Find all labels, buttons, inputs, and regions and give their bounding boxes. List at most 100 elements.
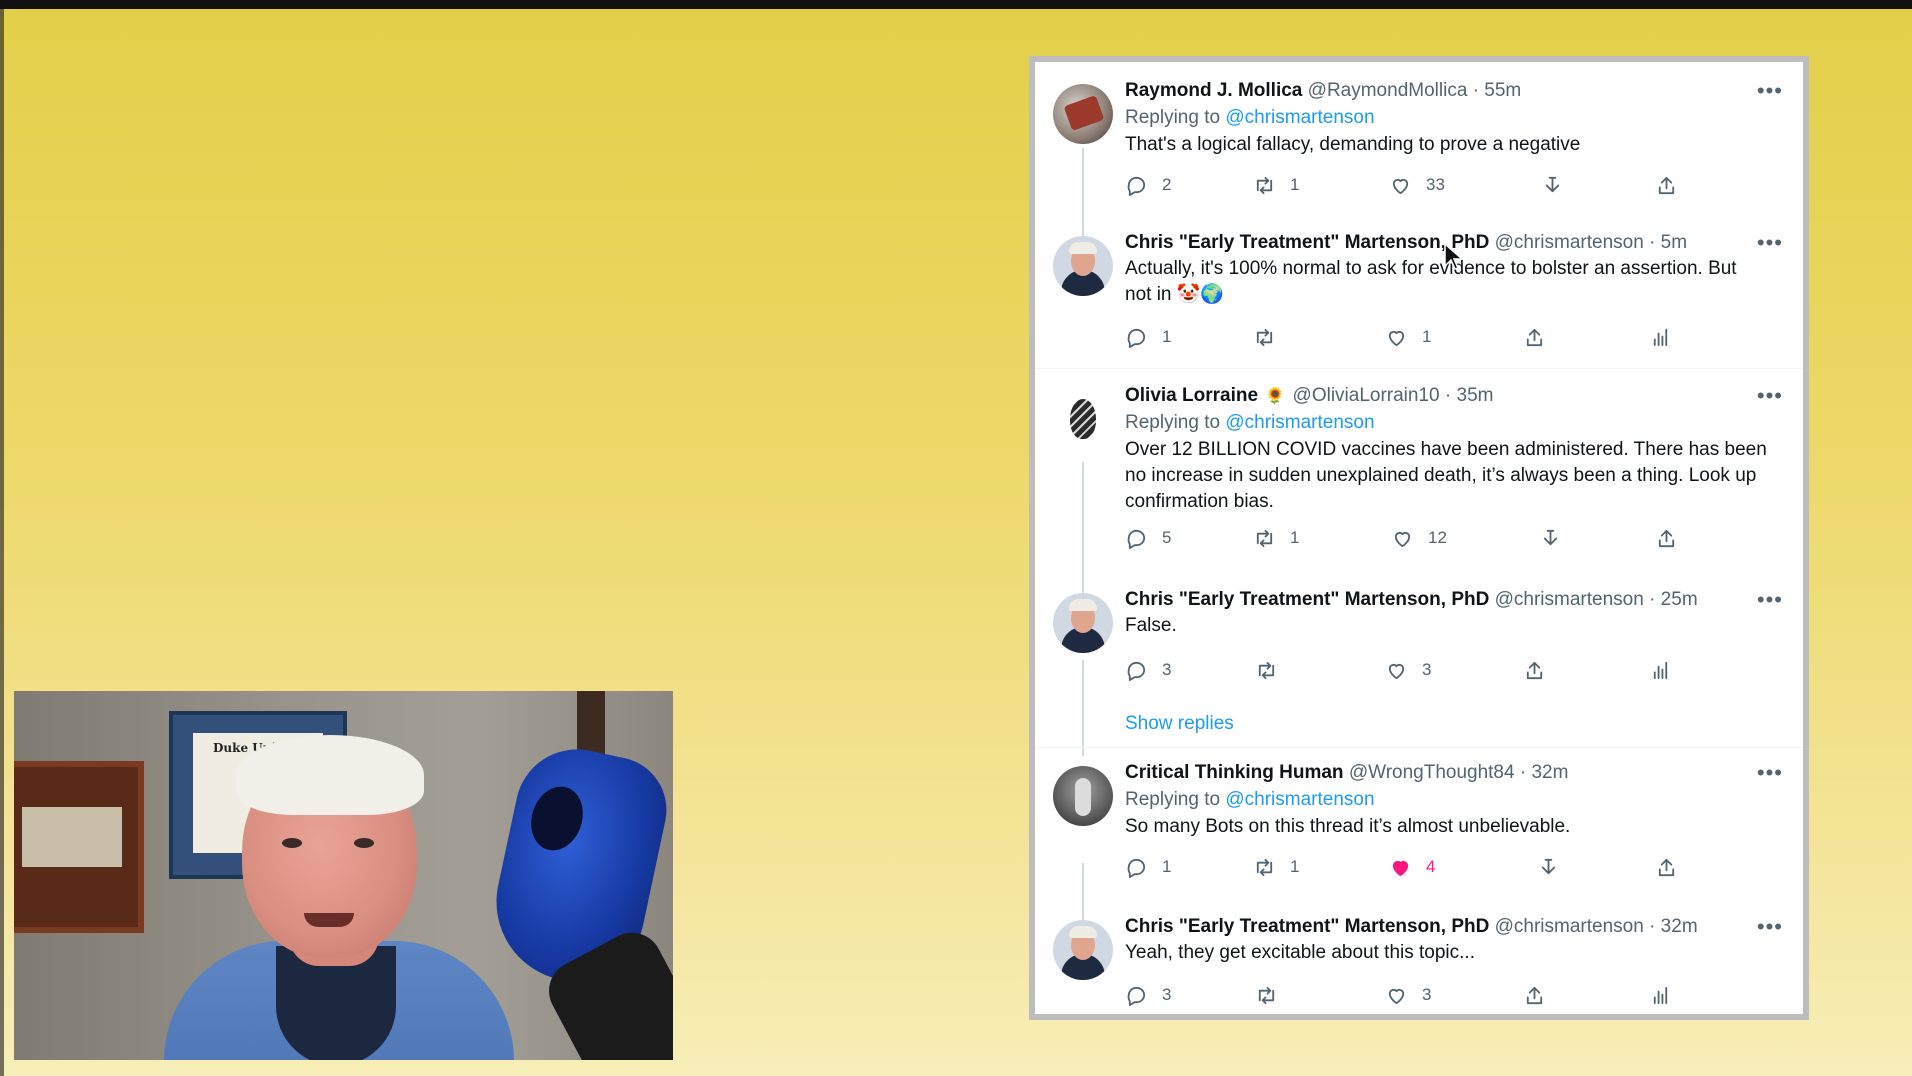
- like-button[interactable]: 3: [1385, 980, 1431, 1010]
- display-name[interactable]: Critical Thinking Human: [1125, 762, 1344, 783]
- avatar[interactable]: [1053, 236, 1113, 296]
- more-options-icon[interactable]: •••: [1757, 232, 1783, 254]
- show-replies-link[interactable]: Show replies: [1125, 713, 1234, 735]
- retweet-button[interactable]: 1: [1253, 170, 1299, 200]
- tweet-header: Chris "Early Treatment" Martenson, PhD @…: [1125, 587, 1783, 613]
- tweet-actions: 1 1 4: [1125, 852, 1725, 882]
- share-button[interactable]: [1655, 170, 1678, 200]
- retweet-count: 1: [1290, 528, 1300, 547]
- reply-button[interactable]: 2: [1125, 170, 1171, 200]
- avatar[interactable]: [1053, 389, 1113, 449]
- retweet-button[interactable]: [1253, 322, 1276, 352]
- tweet[interactable]: Olivia Lorraine 🌻 @OliviaLorrain10 · 35m…: [1035, 383, 1803, 549]
- like-count: 3: [1422, 985, 1432, 1004]
- mouse-cursor-icon: [1444, 242, 1464, 270]
- reply-button[interactable]: 1: [1125, 852, 1171, 882]
- bookmark-button[interactable]: [1537, 852, 1560, 882]
- share-button[interactable]: [1523, 980, 1546, 1010]
- analytics-button[interactable]: [1649, 980, 1672, 1010]
- analytics-button[interactable]: [1649, 655, 1672, 685]
- timestamp[interactable]: · 35m: [1445, 385, 1494, 406]
- share-button[interactable]: [1523, 655, 1546, 685]
- timestamp[interactable]: · 32m: [1520, 762, 1569, 783]
- like-count: 33: [1426, 175, 1445, 194]
- timestamp[interactable]: · 55m: [1473, 80, 1522, 101]
- replying-to-label: Replying to: [1125, 107, 1221, 128]
- tweet-actions: 3 3: [1125, 980, 1725, 1010]
- like-button[interactable]: 12: [1391, 523, 1447, 553]
- reply-button[interactable]: 1: [1125, 322, 1171, 352]
- bookmark-button[interactable]: [1541, 170, 1564, 200]
- handle[interactable]: @chrismartenson: [1495, 232, 1644, 253]
- more-options-icon[interactable]: •••: [1757, 385, 1783, 407]
- person-eye-left: [282, 838, 302, 848]
- like-button[interactable]: 3: [1385, 655, 1431, 685]
- avatar[interactable]: [1053, 920, 1113, 980]
- display-name[interactable]: Raymond J. Mollica: [1125, 80, 1302, 101]
- tweet[interactable]: Raymond J. Mollica @RaymondMollica · 55m…: [1035, 78, 1803, 214]
- handle[interactable]: @OliviaLorrain10: [1293, 385, 1440, 406]
- divider: [1035, 747, 1803, 748]
- person-hair: [236, 735, 424, 815]
- retweet-button[interactable]: [1255, 980, 1278, 1010]
- tweet[interactable]: Chris "Early Treatment" Martenson, PhD @…: [1035, 230, 1803, 350]
- tweet[interactable]: Critical Thinking Human @WrongThought84 …: [1035, 760, 1803, 900]
- handle[interactable]: @chrismartenson: [1495, 916, 1644, 937]
- share-button[interactable]: [1523, 322, 1546, 352]
- tweet-header: Critical Thinking Human @WrongThought84 …: [1125, 760, 1783, 786]
- reply-button[interactable]: 3: [1125, 980, 1171, 1010]
- webcam-video: Duke University: [14, 691, 673, 1060]
- more-options-icon[interactable]: •••: [1757, 589, 1783, 611]
- tweet-header: Chris "Early Treatment" Martenson, PhD @…: [1125, 914, 1783, 940]
- replying-to: Replying to @chrismartenson: [1125, 104, 1783, 132]
- display-name[interactable]: Chris "Early Treatment" Martenson, PhD: [1125, 232, 1489, 253]
- like-icon: [1392, 178, 1409, 194]
- top-letterbox-bar: [0, 0, 1912, 9]
- mention-link[interactable]: @chrismartenson: [1225, 107, 1374, 128]
- like-filled-icon: [1392, 860, 1409, 876]
- handle[interactable]: @RaymondMollica: [1308, 80, 1468, 101]
- bookmark-button[interactable]: [1539, 523, 1562, 553]
- reply-button[interactable]: 5: [1125, 523, 1171, 553]
- mention-link[interactable]: @chrismartenson: [1225, 412, 1374, 433]
- analytics-button[interactable]: [1649, 322, 1672, 352]
- display-name[interactable]: Olivia Lorraine: [1125, 385, 1258, 406]
- tweet[interactable]: Chris "Early Treatment" Martenson, PhD @…: [1035, 914, 1803, 1014]
- timestamp[interactable]: · 32m: [1649, 916, 1698, 937]
- timestamp[interactable]: · 25m: [1649, 589, 1698, 610]
- tweet[interactable]: Chris "Early Treatment" Martenson, PhD @…: [1035, 587, 1803, 697]
- more-options-icon[interactable]: •••: [1757, 916, 1783, 938]
- avatar[interactable]: [1053, 766, 1113, 826]
- reply-button[interactable]: 3: [1125, 655, 1171, 685]
- like-button[interactable]: 1: [1385, 322, 1431, 352]
- retweet-button[interactable]: 1: [1253, 523, 1299, 553]
- handle[interactable]: @chrismartenson: [1495, 589, 1644, 610]
- tweet-text-fragment: not in: [1125, 284, 1172, 305]
- left-edge: [0, 9, 4, 1076]
- replying-to-label: Replying to: [1125, 412, 1221, 433]
- display-name[interactable]: Chris "Early Treatment" Martenson, PhD: [1125, 589, 1489, 610]
- analytics-icon: [1653, 328, 1668, 346]
- analytics-icon: [1653, 986, 1668, 1004]
- like-button[interactable]: 4: [1389, 852, 1435, 882]
- timestamp[interactable]: · 5m: [1649, 232, 1687, 253]
- more-options-icon[interactable]: •••: [1757, 80, 1783, 102]
- like-count: 12: [1428, 528, 1447, 547]
- avatar[interactable]: [1053, 84, 1113, 144]
- avatar[interactable]: [1053, 593, 1113, 653]
- tweet-text-line: no increase in sudden unexplained death,…: [1125, 465, 1757, 486]
- retweet-button[interactable]: [1255, 655, 1278, 685]
- retweet-count: 1: [1290, 175, 1300, 194]
- mention-link[interactable]: @chrismartenson: [1225, 789, 1374, 810]
- bookmark-icon: [1545, 176, 1560, 192]
- handle[interactable]: @WrongThought84: [1349, 762, 1515, 783]
- like-button[interactable]: 33: [1389, 170, 1445, 200]
- display-name[interactable]: Chris "Early Treatment" Martenson, PhD: [1125, 916, 1489, 937]
- share-icon: [1526, 328, 1543, 346]
- share-button[interactable]: [1655, 523, 1678, 553]
- share-button[interactable]: [1655, 852, 1678, 882]
- retweet-button[interactable]: 1: [1253, 852, 1299, 882]
- replying-to-label: Replying to: [1125, 789, 1221, 810]
- more-options-icon[interactable]: •••: [1757, 762, 1783, 784]
- retweet-count: 1: [1290, 857, 1300, 876]
